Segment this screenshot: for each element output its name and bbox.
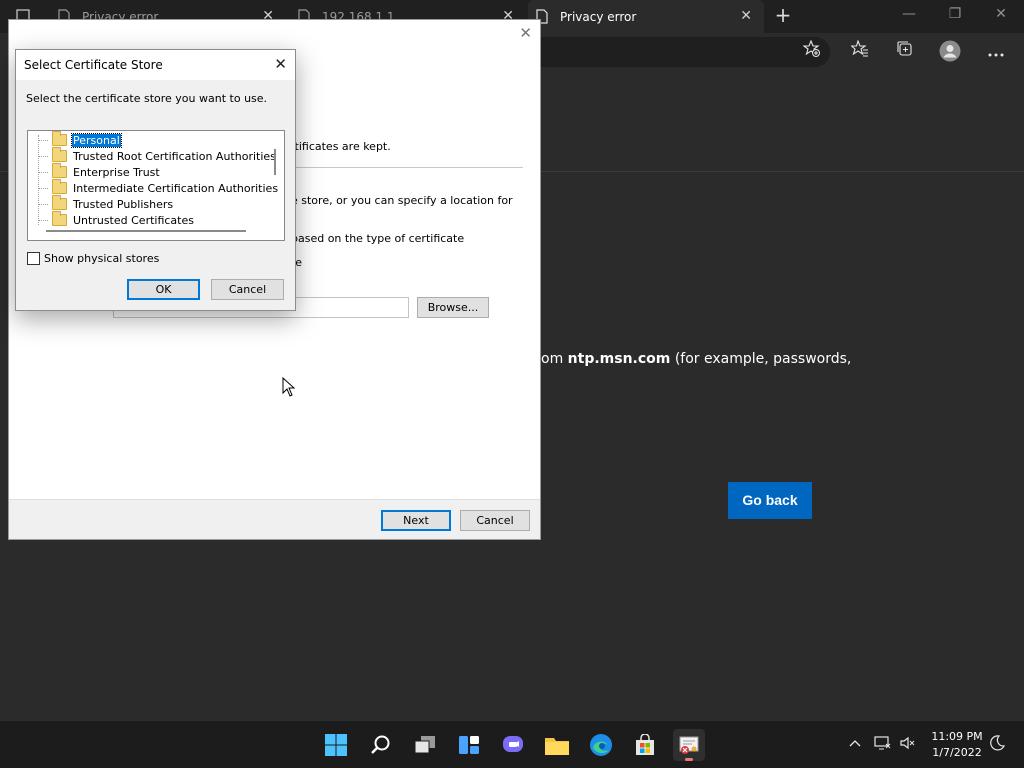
ok-button[interactable]: OK: [127, 279, 200, 300]
tree-item-label: Trusted Root Certification Authorities: [73, 149, 276, 163]
browse-button[interactable]: Browse...: [417, 297, 489, 318]
tree-item-label: Trusted Publishers: [73, 197, 174, 211]
select-certificate-store-dialog: Select Certificate Store ✕ Select the ce…: [15, 49, 296, 311]
close-icon[interactable]: ✕: [519, 24, 532, 42]
tree-item-label: Personal: [71, 132, 122, 148]
cancel-button[interactable]: Cancel: [460, 510, 530, 531]
tree-item-trusted-root[interactable]: Trusted Root Certification Authorities: [52, 147, 277, 164]
dialog-titlebar: Select Certificate Store ✕: [16, 50, 295, 80]
certificate-icon: [679, 736, 699, 754]
collections-icon[interactable]: [893, 40, 917, 64]
folder-icon: [52, 195, 67, 210]
folder-icon: [545, 738, 569, 755]
tree-connector: [38, 220, 48, 221]
edge-icon: [590, 734, 612, 756]
clock-time: 11:09 PM: [931, 730, 983, 743]
warning-text: om ntp.msn.com (for example, passwords,: [541, 351, 851, 367]
tree-connector: [38, 156, 48, 157]
address-bar[interactable]: [540, 37, 830, 67]
next-button[interactable]: Next: [381, 510, 451, 531]
site-host: ntp.msn.com: [567, 351, 671, 367]
show-hidden-icons-icon[interactable]: [846, 735, 864, 753]
cancel-button[interactable]: Cancel: [211, 279, 284, 300]
show-physical-stores-checkbox[interactable]: [27, 252, 40, 265]
focus-assist-moon-icon[interactable]: [988, 735, 1006, 753]
certificate-manager-button[interactable]: [673, 729, 705, 761]
search-button[interactable]: [365, 729, 397, 761]
close-icon[interactable]: ✕: [740, 8, 752, 24]
task-view-icon: [414, 736, 435, 754]
maximize-button[interactable]: ❐: [943, 6, 967, 24]
chat-icon: [503, 736, 523, 752]
warning-text-prefix: om: [541, 351, 568, 367]
tree-connector: [38, 172, 48, 173]
certificate-store-tree[interactable]: Personal Trusted Root Certification Auth…: [27, 130, 285, 241]
wizard-footer: Next Cancel: [9, 499, 540, 539]
divider: [291, 167, 523, 168]
tree-connector: [38, 135, 39, 225]
add-favorite-icon[interactable]: [800, 39, 824, 64]
folder-icon: [52, 211, 67, 226]
more-options-icon[interactable]: [984, 40, 1008, 64]
network-icon[interactable]: [873, 735, 891, 753]
show-physical-stores-option[interactable]: Show physical stores: [27, 252, 159, 265]
search-icon: [371, 735, 390, 754]
dialog-title: Select Certificate Store: [24, 58, 163, 72]
tree-item-enterprise-trust[interactable]: Enterprise Trust: [52, 163, 161, 180]
wizard-instruction: e store, or you can specify a location f…: [291, 194, 513, 207]
minimize-button[interactable]: —: [897, 6, 921, 24]
widgets-icon: [459, 736, 479, 754]
folder-icon: [52, 147, 67, 162]
dialog-prompt: Select the certificate store you want to…: [26, 92, 268, 105]
taskbar: 11:09 PM 1/7/2022: [0, 720, 1024, 768]
tab-privacy-error-active[interactable]: Privacy error ✕: [528, 0, 764, 33]
tree-item-personal[interactable]: Personal: [52, 131, 122, 148]
widgets-button[interactable]: [453, 729, 485, 761]
system-clock[interactable]: 11:09 PM 1/7/2022: [928, 729, 986, 761]
active-indicator: [685, 758, 693, 761]
folder-icon: [52, 179, 67, 194]
windows-logo-icon: [325, 734, 347, 756]
close-icon[interactable]: ✕: [274, 55, 287, 73]
tree-item-label: Intermediate Certification Authorities: [73, 181, 279, 195]
task-view-button[interactable]: [409, 729, 441, 761]
clock-date: 1/7/2022: [932, 746, 982, 759]
volume-muted-icon[interactable]: [899, 735, 917, 753]
window-close-button[interactable]: ✕: [989, 6, 1013, 24]
tree-connector: [38, 188, 48, 189]
file-explorer-button[interactable]: [541, 729, 573, 761]
tree-item-label: Enterprise Trust: [73, 165, 160, 179]
favorites-icon[interactable]: [848, 39, 872, 64]
edge-button[interactable]: [585, 729, 617, 761]
wizard-description: rtificates are kept.: [290, 140, 391, 153]
tree-item-label: Untrusted Certificates: [73, 213, 194, 227]
store-icon: [636, 734, 654, 755]
profile-avatar[interactable]: [938, 40, 962, 64]
store-button[interactable]: [629, 729, 661, 761]
tab-title: Privacy error: [560, 9, 637, 24]
start-button[interactable]: [320, 729, 352, 761]
vertical-scrollbar[interactable]: [274, 149, 276, 175]
new-tab-button[interactable]: +: [772, 4, 794, 26]
mouse-cursor-icon: [282, 376, 296, 397]
folder-icon: [52, 163, 67, 178]
folder-icon: [52, 131, 67, 146]
tree-item-intermediate[interactable]: Intermediate Certification Authorities: [52, 179, 279, 196]
horizontal-scrollbar[interactable]: [46, 230, 246, 232]
warning-text-suffix: (for example, passwords,: [670, 351, 852, 367]
tree-item-trusted-publishers[interactable]: Trusted Publishers: [52, 195, 174, 212]
tree-item-untrusted[interactable]: Untrusted Certificates: [52, 211, 195, 228]
show-physical-stores-label: Show physical stores: [44, 252, 160, 265]
tree-connector: [38, 204, 48, 205]
go-back-button[interactable]: Go back: [728, 482, 812, 519]
tree-connector: [38, 140, 48, 141]
chat-button[interactable]: [497, 729, 529, 761]
automatic-store-option-label: based on the type of certificate: [291, 232, 465, 245]
